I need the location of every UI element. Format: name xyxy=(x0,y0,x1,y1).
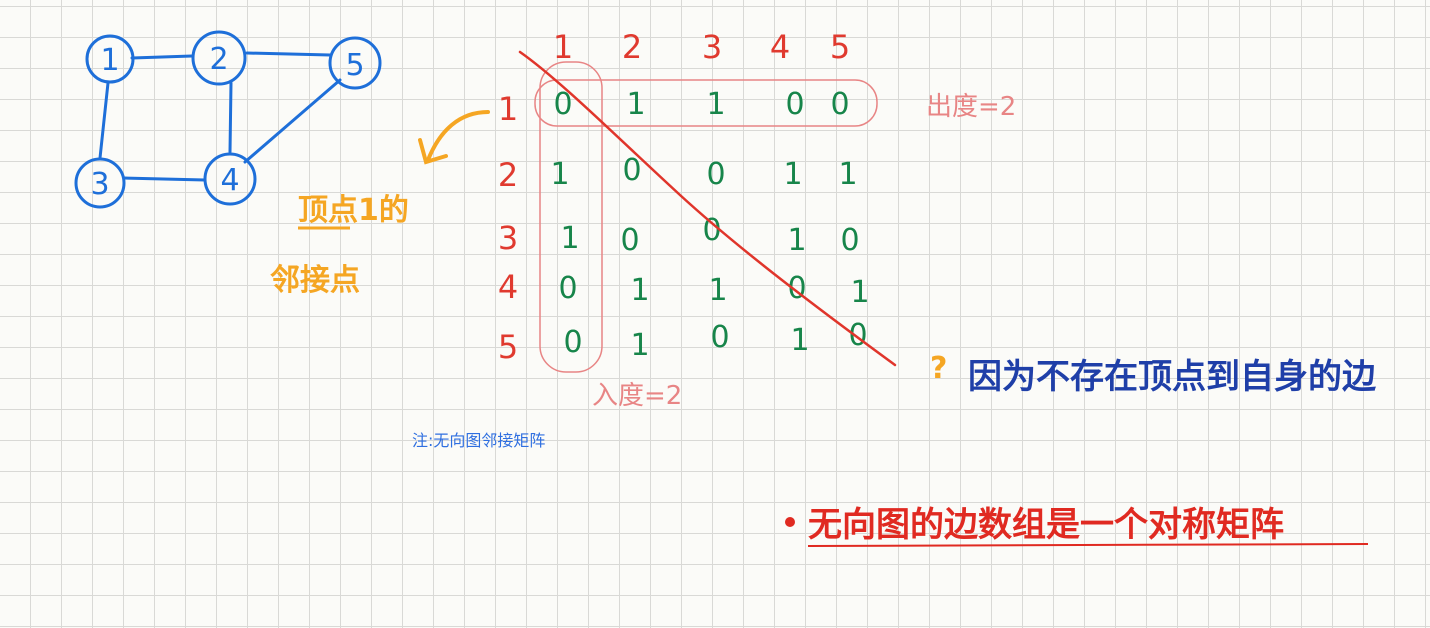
graph-node-3: 3 xyxy=(74,157,126,209)
matrix-cell: 0 xyxy=(830,87,849,122)
adjacency-matrix-diagram: 1 2 5 3 4 1 2 3 4 5 1 2 3 4 5 0 1 1 0 0 … xyxy=(74,28,1376,547)
graph-node-4: 4 xyxy=(203,152,257,206)
matrix-row-header: 3 xyxy=(498,219,518,257)
matrix-cell: 1 xyxy=(630,273,649,308)
graph-edge xyxy=(245,51,332,57)
svg-text:3: 3 xyxy=(90,167,109,202)
graph-node-1: 1 xyxy=(85,34,135,84)
matrix-cell: 0 xyxy=(620,223,639,258)
matrix-row-header: 1 xyxy=(498,90,518,128)
question-mark-icon: ? xyxy=(930,351,947,386)
matrix-col-header: 2 xyxy=(622,28,642,66)
matrix-cell: 1 xyxy=(850,275,869,310)
graph-edge xyxy=(130,54,194,60)
matrix-col-header: 3 xyxy=(702,28,722,66)
matrix-cell: 0 xyxy=(710,320,729,355)
out-degree-note: 出度=2 xyxy=(926,92,1016,122)
svg-text:5: 5 xyxy=(345,48,364,83)
no-self-loop-note: 因为不存在顶点到自身的边 xyxy=(968,357,1376,397)
matrix-cell: 1 xyxy=(626,87,645,122)
matrix-cell: 1 xyxy=(787,223,806,258)
symmetric-matrix-note: 无向图的边数组是一个对称矩阵 xyxy=(808,505,1284,545)
vertex1-neighbors-note-line2: 邻接点 xyxy=(270,263,360,298)
matrix-cell: 0 xyxy=(787,271,806,306)
svg-text:1: 1 xyxy=(100,43,119,78)
vertex1-neighbors-note-line1: 顶点1的 xyxy=(298,193,409,228)
graph-edge xyxy=(98,81,110,160)
matrix-cell: 0 xyxy=(840,223,859,258)
matrix-cell: 1 xyxy=(706,87,725,122)
graph-edge xyxy=(228,81,233,154)
matrix-col-header: 4 xyxy=(770,28,790,66)
matrix-row-header: 2 xyxy=(498,156,518,194)
matrix-cell: 1 xyxy=(550,157,569,192)
svg-text:2: 2 xyxy=(209,42,228,77)
graph-node-5: 5 xyxy=(328,36,382,90)
matrix-row-header: 5 xyxy=(498,328,518,366)
undirected-adjacency-note: 注:无向图邻接矩阵 xyxy=(412,431,545,450)
matrix-cell: 0 xyxy=(706,157,725,192)
matrix-cell: 1 xyxy=(838,157,857,192)
in-degree-note: 入度=2 xyxy=(592,381,682,411)
graph-node-2: 2 xyxy=(191,30,247,86)
svg-text:4: 4 xyxy=(220,163,239,198)
matrix-cell: 1 xyxy=(630,328,649,363)
matrix-cell: 0 xyxy=(785,87,804,122)
matrix-cell: 1 xyxy=(708,273,727,308)
graph-edge xyxy=(243,78,342,164)
grid-paper-canvas: 1 2 5 3 4 1 2 3 4 5 1 2 3 4 5 0 1 1 0 0 … xyxy=(0,0,1430,628)
matrix-cell: 1 xyxy=(560,221,579,256)
orange-arrow xyxy=(426,110,490,162)
matrix-row-header: 4 xyxy=(498,268,518,306)
graph-edge xyxy=(122,176,207,182)
matrix-cell: 0 xyxy=(848,318,867,353)
matrix-cell: 1 xyxy=(783,157,802,192)
matrix-col-header: 1 xyxy=(553,28,573,66)
matrix-cell: 0 xyxy=(558,271,577,306)
bullet-icon xyxy=(785,517,795,527)
matrix-cell: 0 xyxy=(563,325,582,360)
matrix-cell: 1 xyxy=(790,323,809,358)
matrix-col-header: 5 xyxy=(830,28,850,66)
